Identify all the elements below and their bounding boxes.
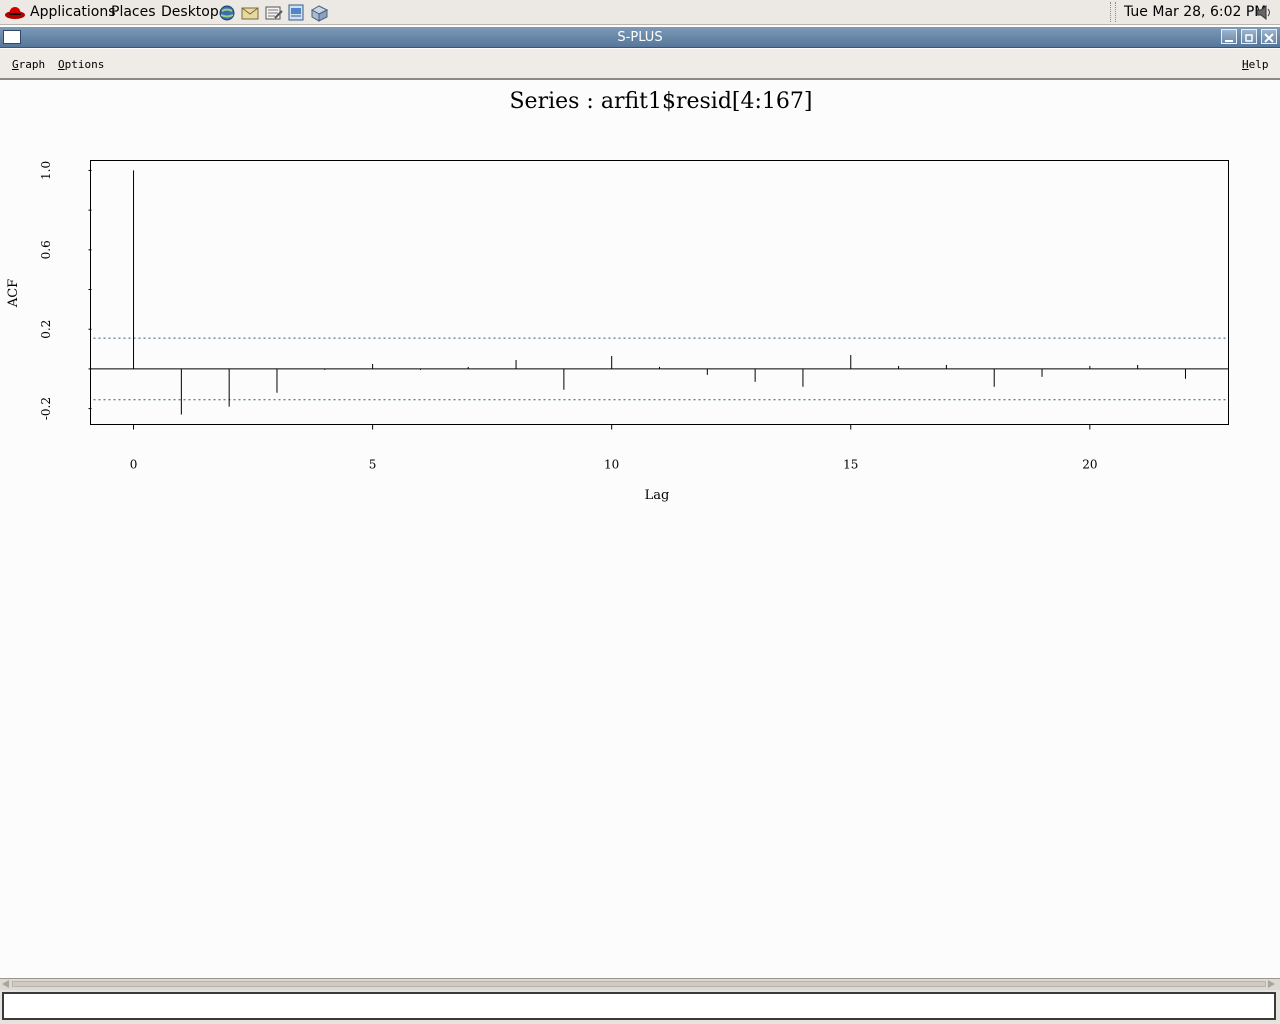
scroll-track[interactable] [12,981,1266,987]
close-icon [1264,33,1274,43]
y-tick-label: 1.0 [39,161,53,180]
status-strip [0,990,1280,1024]
email-icon[interactable] [240,2,261,23]
x-axis-label: Lag [645,488,670,503]
top-panel: Applications Places Desktop Tue Mar 28, … [0,0,1280,25]
window-title-bar[interactable]: S-PLUS [0,27,1280,48]
y-axis-label: ACF [6,279,21,308]
plot-frame [90,160,1229,425]
x-tick-label: 15 [843,458,858,472]
redhat-logo-icon[interactable] [4,4,26,20]
maximize-button[interactable] [1241,29,1257,44]
window-title: S-PLUS [617,30,663,45]
y-tick-label: -0.2 [39,397,53,420]
x-tick-label: 5 [369,458,377,472]
scroll-left-arrow-icon[interactable] [2,980,9,988]
volume-icon[interactable] [1255,4,1273,21]
x-tick-label: 20 [1082,458,1097,472]
acf-chart: Series : arfit1$resid[4:167] 0 5 10 15 20 -0.… [6,89,1229,503]
minimize-icon [1225,40,1233,42]
horizontal-scrollbar[interactable] [0,978,1280,990]
y-tick-label: 0.6 [39,240,53,259]
x-tick-label: 0 [130,458,138,472]
web-browser-icon[interactable] [217,2,238,23]
close-button[interactable] [1261,29,1277,44]
text-editor-icon[interactable] [263,2,284,23]
menu-bar: Graph Options Help [0,49,1280,80]
graph-area: Series : arfit1$resid[4:167] 0 5 10 15 20 -0.… [0,81,1280,977]
clock[interactable]: Tue Mar 28, 6:02 PM [1124,4,1266,20]
command-input[interactable] [2,992,1276,1020]
applications-menu[interactable]: Applications [30,4,116,20]
minimize-button[interactable] [1221,29,1237,44]
options-menu[interactable]: Options [58,58,104,71]
x-tick-label: 10 [604,458,619,472]
presentation-icon[interactable] [286,2,307,23]
package-manager-icon[interactable] [309,2,330,23]
chart-title: Series : arfit1$resid[4:167] [509,89,812,114]
help-menu[interactable]: Help [1242,58,1269,71]
scroll-right-arrow-icon[interactable] [1268,980,1275,988]
graph-menu[interactable]: Graph [12,58,45,71]
places-menu[interactable]: Places [111,4,156,20]
panel-drag-handle[interactable] [1110,2,1116,22]
maximize-icon [1245,34,1253,42]
y-tick-label: 0.2 [39,320,53,339]
desktop-menu[interactable]: Desktop [161,4,219,20]
